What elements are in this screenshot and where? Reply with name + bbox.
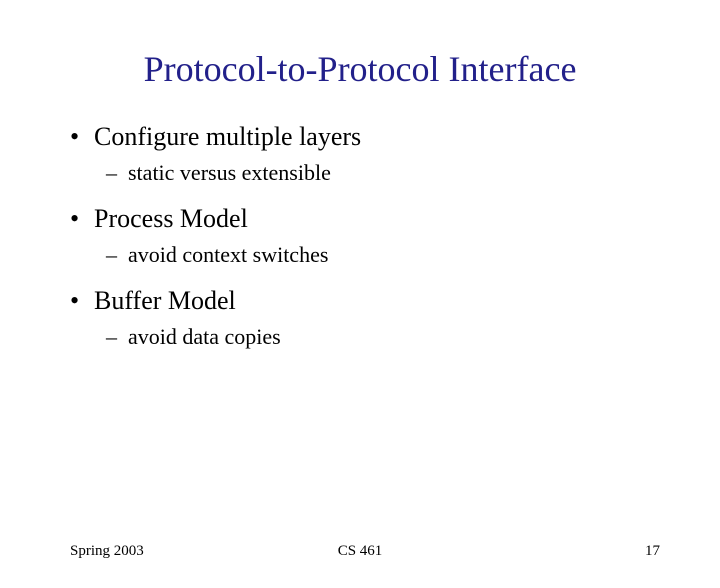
sub-bullet-item: – avoid data copies bbox=[70, 324, 660, 350]
slide-footer: Spring 2003 CS 461 17 bbox=[0, 543, 720, 560]
footer-right: 17 bbox=[645, 543, 660, 560]
slide-body: • Configure multiple layers – static ver… bbox=[0, 122, 720, 350]
dash-icon: – bbox=[106, 242, 128, 268]
dash-icon: – bbox=[106, 324, 128, 350]
bullet-text: Buffer Model bbox=[94, 286, 236, 316]
bullet-item: • Buffer Model bbox=[70, 286, 660, 316]
dash-icon: – bbox=[106, 160, 128, 186]
sub-bullet-item: – avoid context switches bbox=[70, 242, 660, 268]
sub-bullet-item: – static versus extensible bbox=[70, 160, 660, 186]
sub-bullet-text: avoid context switches bbox=[128, 242, 328, 268]
slide: Protocol-to-Protocol Interface • Configu… bbox=[0, 48, 720, 588]
bullet-text: Process Model bbox=[94, 204, 248, 234]
bullet-item: • Configure multiple layers bbox=[70, 122, 660, 152]
bullet-icon: • bbox=[70, 122, 94, 152]
bullet-icon: • bbox=[70, 204, 94, 234]
bullet-text: Configure multiple layers bbox=[94, 122, 361, 152]
sub-bullet-text: static versus extensible bbox=[128, 160, 331, 186]
footer-left: Spring 2003 bbox=[70, 543, 144, 560]
bullet-icon: • bbox=[70, 286, 94, 316]
bullet-item: • Process Model bbox=[70, 204, 660, 234]
sub-bullet-text: avoid data copies bbox=[128, 324, 281, 350]
slide-title: Protocol-to-Protocol Interface bbox=[0, 48, 720, 90]
